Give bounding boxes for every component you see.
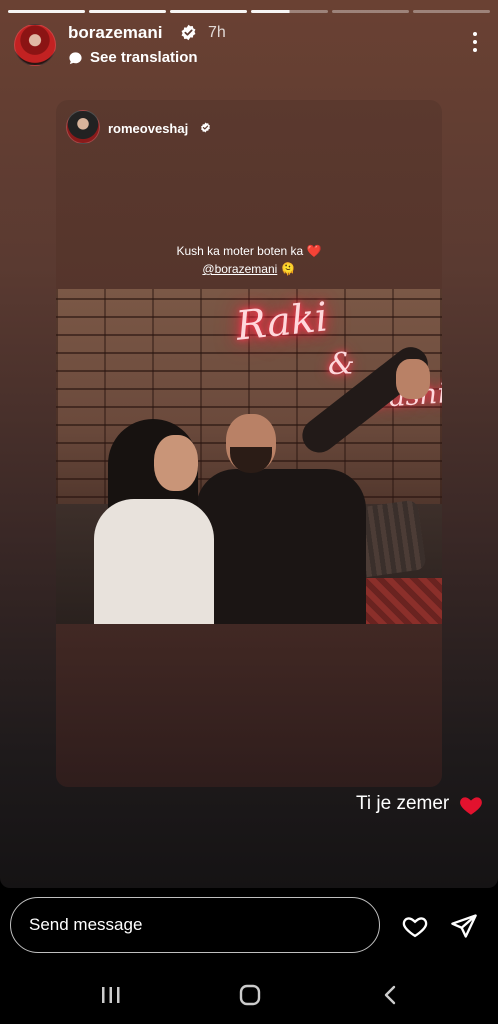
caption-text: Kush ka moter boten ka bbox=[176, 244, 304, 258]
author-avatar[interactable] bbox=[14, 24, 56, 66]
paper-plane-icon[interactable] bbox=[450, 912, 478, 940]
verified-badge-icon bbox=[201, 122, 210, 133]
post-time: 7h bbox=[208, 24, 226, 41]
home-icon[interactable] bbox=[239, 984, 261, 1006]
story-viewer[interactable]: borazemani 7h See translation romeovesha… bbox=[0, 0, 498, 888]
translate-icon bbox=[69, 52, 82, 65]
shared-post-username[interactable]: romeoveshaj bbox=[108, 121, 188, 136]
more-options-icon[interactable] bbox=[472, 32, 478, 54]
neon-sign-image: & bbox=[328, 347, 355, 382]
progress-segment bbox=[413, 10, 490, 13]
mention-link[interactable]: @borazemani bbox=[202, 262, 277, 276]
progress-segment bbox=[332, 10, 409, 13]
progress-segment bbox=[89, 10, 166, 13]
author-username[interactable]: borazemani bbox=[68, 23, 162, 43]
message-composer bbox=[0, 888, 498, 964]
shared-post-caption: Kush ka moter boten ka ❤️ @borazemani 🫠 bbox=[56, 242, 442, 278]
progress-segment bbox=[170, 10, 247, 13]
back-icon[interactable] bbox=[380, 984, 400, 1006]
shared-post-photo[interactable]: Raki & Bashi bbox=[56, 289, 442, 624]
see-translation-link[interactable]: See translation bbox=[90, 49, 198, 66]
melting-face-emoji: 🫠 bbox=[280, 262, 296, 276]
heart-outline-icon[interactable] bbox=[400, 912, 430, 940]
shared-post-card[interactable]: romeoveshaj Kush ka moter boten ka ❤️ @b… bbox=[56, 100, 442, 787]
neon-sign-image: Raki bbox=[233, 294, 331, 350]
progress-segment bbox=[8, 10, 85, 13]
progress-segment bbox=[251, 10, 328, 13]
person-image bbox=[86, 419, 236, 624]
red-heart-icon bbox=[460, 797, 482, 815]
story-header: borazemani 7h See translation bbox=[14, 23, 484, 68]
story-reply-text: Ti je zemer bbox=[356, 793, 450, 814]
verified-badge-icon bbox=[181, 24, 196, 41]
system-nav-bar bbox=[0, 964, 498, 1024]
story-progress-bar bbox=[8, 10, 490, 13]
heart-emoji: ❤️ bbox=[306, 244, 322, 258]
send-message-input[interactable] bbox=[10, 897, 380, 953]
recents-icon[interactable] bbox=[100, 986, 122, 1004]
shared-post-avatar[interactable] bbox=[66, 110, 100, 144]
